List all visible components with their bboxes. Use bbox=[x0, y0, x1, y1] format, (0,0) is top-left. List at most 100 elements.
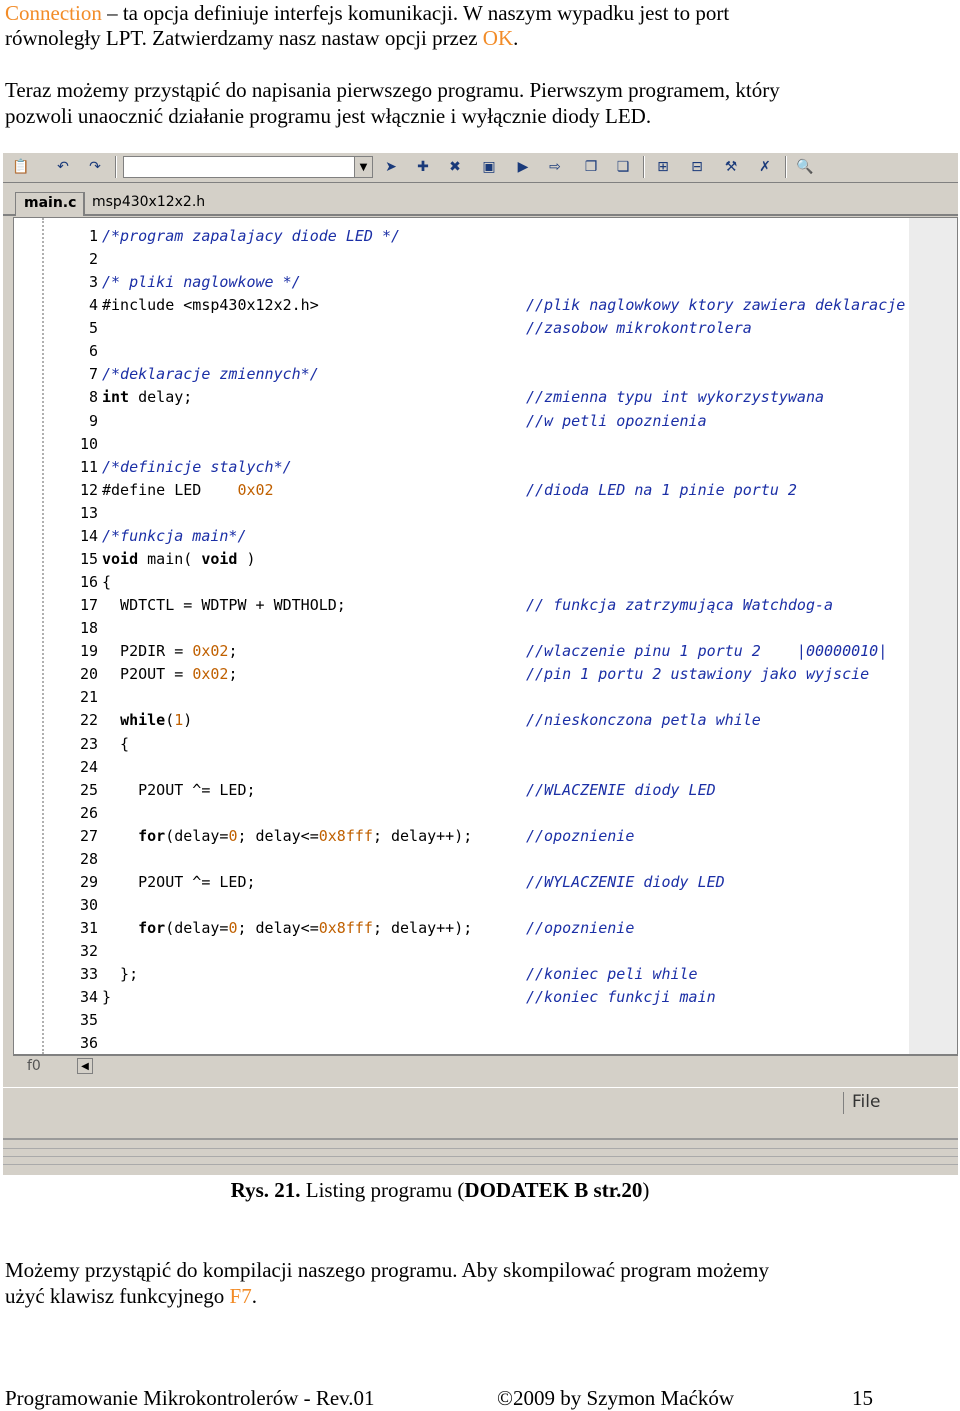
code-text: /* pliki naglowkowe */ bbox=[102, 271, 301, 294]
code-comment: //nieskonczona petla while bbox=[526, 711, 761, 730]
line-number: 29 bbox=[79, 872, 98, 891]
find-icon[interactable]: 🔍 bbox=[793, 156, 817, 178]
intro-line-4: pozwoli unaocznić działanie programu jes… bbox=[5, 104, 652, 128]
paste-icon[interactable]: 📋 bbox=[9, 156, 33, 178]
tab-msp430-header[interactable]: msp430x12x2.h bbox=[83, 192, 213, 216]
tab-main-c[interactable]: main.c bbox=[15, 192, 86, 216]
line-number: 5 bbox=[88, 319, 98, 338]
code-token: (delay= bbox=[165, 826, 229, 845]
code-number: 0x8fff bbox=[318, 919, 373, 938]
line-number: 21 bbox=[79, 688, 98, 707]
code-comment: //koniec funkcji main bbox=[526, 988, 716, 1007]
outro-line-2: użyć klawisz funkcyjnego F7. bbox=[5, 1284, 257, 1308]
panel-divider bbox=[3, 1148, 958, 1149]
code-text: { bbox=[102, 733, 129, 756]
code-comment: //pin 1 portu 2 ustawiony jako wyjscie bbox=[526, 665, 870, 684]
code-line: 11/*definicje stalych*/ bbox=[14, 456, 914, 479]
code-token: ; delay<= bbox=[237, 826, 319, 845]
line-number: 36 bbox=[79, 1034, 98, 1053]
delete-icon[interactable]: ✗ bbox=[753, 156, 777, 178]
tool-icon[interactable]: ⚒ bbox=[719, 156, 743, 178]
chevron-down-icon[interactable]: ▼ bbox=[354, 157, 372, 177]
line-number: 28 bbox=[79, 849, 98, 868]
run-icon[interactable]: ▶ bbox=[511, 156, 535, 178]
redo-icon[interactable]: ↷ bbox=[83, 156, 107, 178]
code-comment: //WYLACZENIE diody LED bbox=[526, 872, 725, 891]
code-editor[interactable]: 1/*program zapalajacy diode LED */ 2 3 /* p… bbox=[13, 217, 958, 1055]
breakpoint-remove-icon[interactable]: ✖ bbox=[443, 156, 467, 178]
footer-copyright: ©2009 by Szymon Maćków bbox=[497, 1386, 735, 1410]
breakpoint-icon[interactable]: ➤ bbox=[379, 156, 403, 178]
code-comment: //plik naglowkowy ktory zawiera deklarac… bbox=[526, 296, 906, 315]
code-text: P2DIR = 0x02; bbox=[102, 640, 237, 663]
line-number: 23 bbox=[79, 734, 98, 753]
code-token: P2DIR = bbox=[102, 642, 193, 661]
code-comment: /*definicje stalych*/ bbox=[102, 457, 292, 476]
code-line: 2 bbox=[14, 248, 914, 271]
code-token: ; bbox=[228, 642, 238, 661]
code-line: 26 bbox=[14, 802, 914, 825]
calc-icon[interactable]: ▣ bbox=[477, 156, 501, 178]
code-token: (delay= bbox=[165, 919, 229, 938]
step-icon[interactable]: ⇨ bbox=[543, 156, 567, 178]
line-number: 15 bbox=[79, 549, 98, 568]
line-number: 14 bbox=[79, 526, 98, 545]
code-token: #include <msp430x12x2.h> bbox=[102, 296, 319, 315]
code-number: 0x8fff bbox=[318, 826, 373, 845]
watch-icon[interactable]: ⊟ bbox=[685, 156, 709, 178]
code-text: for(delay=0; delay<=0x8fff; delay++); bbox=[102, 825, 472, 848]
code-line: 23 { bbox=[14, 733, 914, 756]
line-number: 33 bbox=[79, 965, 98, 984]
code-text: } bbox=[102, 986, 111, 1009]
intro-line-1: Connection – ta opcja definiuje interfej… bbox=[5, 1, 730, 25]
copy2-icon[interactable]: ❏ bbox=[611, 156, 635, 178]
code-number: 0x02 bbox=[192, 642, 229, 661]
code-number: 0x02 bbox=[192, 665, 229, 684]
line-number: 6 bbox=[88, 342, 98, 361]
breakpoint-add-icon[interactable]: ✚ bbox=[411, 156, 435, 178]
status-bar: File bbox=[3, 1087, 958, 1117]
code-token: { bbox=[102, 734, 130, 753]
code-token: ) bbox=[237, 549, 256, 568]
toolbar-combo[interactable]: ▼ bbox=[123, 156, 373, 178]
line-number: 34 bbox=[79, 988, 98, 1007]
scroll-left-icon[interactable]: ◀ bbox=[77, 1058, 93, 1074]
undo-icon[interactable]: ↶ bbox=[51, 156, 75, 178]
line-number: 8 bbox=[88, 388, 98, 407]
bottom-panel bbox=[3, 1138, 958, 1175]
footer-title: Programowanie Mikrokontrolerów - Rev.01 bbox=[5, 1386, 375, 1410]
toolbar-separator bbox=[115, 156, 117, 178]
debug-icon[interactable]: ⊞ bbox=[651, 156, 675, 178]
code-line: 19 P2DIR = 0x02; //wlaczenie pinu 1 portu… bbox=[14, 640, 914, 663]
code-line: 6 bbox=[14, 340, 914, 363]
line-number: 17 bbox=[79, 596, 98, 615]
code-text: P2OUT ^= LED; bbox=[102, 871, 255, 894]
code-line: 27 for(delay=0; delay<=0x8fff; delay++);… bbox=[14, 825, 914, 848]
code-text: /*definicje stalych*/ bbox=[102, 456, 292, 479]
horizontal-scrollbar[interactable]: f0 ◀ bbox=[13, 1055, 958, 1075]
toolbar-separator bbox=[643, 156, 645, 178]
panel-divider bbox=[3, 1164, 958, 1165]
ok-keyword: OK bbox=[482, 26, 514, 50]
line-number: 32 bbox=[79, 942, 98, 961]
code-token: ; delay++); bbox=[372, 919, 473, 938]
code-line: 32 bbox=[14, 940, 914, 963]
copy-icon[interactable]: ❐ bbox=[579, 156, 603, 178]
code-token: #define LED bbox=[102, 480, 238, 499]
code-line: 4 #include <msp430x12x2.h> //plik naglowko… bbox=[14, 294, 914, 317]
code-comment: //zasobow mikrokontrolera bbox=[526, 319, 752, 338]
code-number: 1 bbox=[174, 711, 184, 730]
code-line: 1/*program zapalajacy diode LED */ bbox=[14, 225, 914, 248]
line-number: 7 bbox=[88, 365, 98, 384]
outro-line-1: Możemy przystąpić do kompilacji naszego … bbox=[5, 1258, 769, 1282]
code-comment: /*funkcja main*/ bbox=[102, 526, 247, 545]
code-token: ; delay++); bbox=[372, 826, 473, 845]
code-token: } bbox=[102, 988, 112, 1007]
code-line: 17 WDTCTL = WDTPW + WDTHOLD; // funkcja z… bbox=[14, 594, 914, 617]
code-text: P2OUT = 0x02; bbox=[102, 663, 237, 686]
code-token: ( bbox=[165, 711, 175, 730]
code-line: 36 bbox=[14, 1032, 914, 1055]
line-number: 35 bbox=[79, 1011, 98, 1030]
